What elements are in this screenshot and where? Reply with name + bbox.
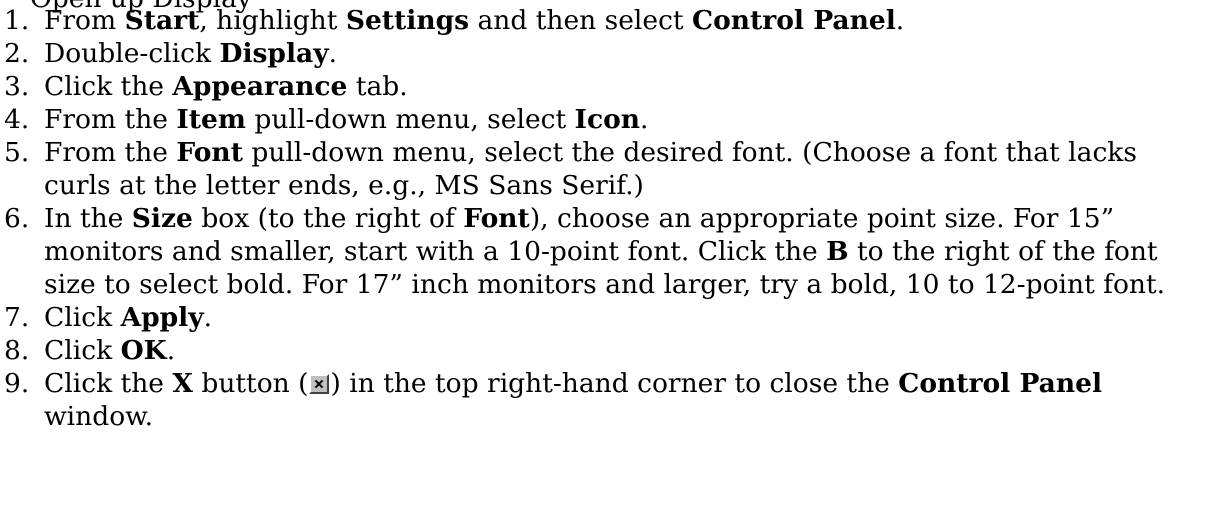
text-run: From the [44,104,177,135]
step-text: Click Apply. [44,302,212,333]
step-number: 8. [4,335,30,366]
text-run: . [640,104,649,135]
text-run: box (to the right of [192,203,464,234]
text-run: Click [44,302,121,333]
bold-term: X [172,368,193,399]
steps-list: 1. From Start, highlight Settings and the… [0,4,1200,433]
step-item: 8. Click OK. [0,334,1200,367]
text-run: Click the [44,71,173,102]
text-run: pull-down menu, select [245,104,575,135]
bold-term: Display [219,38,329,69]
text-run: button ( [192,368,309,399]
step-item: 6. In the Size box (to the right of Font)… [0,202,1200,301]
close-x-button-icon [309,374,330,394]
text-run: Click [44,335,121,366]
step-number: 7. [4,302,30,333]
text-run: Click the [44,368,173,399]
step-text: In the Size box (to the right of Font), … [44,203,1165,300]
bold-term: Control Panel [898,368,1103,399]
text-run: window. [44,401,154,432]
step-item: 2. Double-click Display. [0,37,1200,70]
text-run: and then select [469,5,692,36]
step-text: Click the Appearance tab. [44,71,408,102]
step-number: 3. [4,71,30,102]
text-run: . [166,335,176,366]
text-run: ) in the top right-hand corner to close … [330,368,899,399]
text-run: From [44,5,125,36]
step-text: Click OK. [44,335,175,366]
bold-term: Appearance [172,71,348,102]
step-text: From the Font pull-down menu, select the… [44,137,1137,201]
text-run: . [895,5,905,36]
step-item: 1. From Start, highlight Settings and the… [0,4,1200,37]
bold-term: B [826,236,849,267]
step-item: 4. From the Item pull-down menu, select I… [0,103,1200,136]
text-run: tab. [347,71,408,102]
step-number: 6. [4,203,30,234]
bold-term: Start [124,5,200,36]
step-number: 5. [4,137,30,168]
text-run: In the [44,203,132,234]
step-number: 1. [4,5,30,36]
bold-term: Icon [574,104,641,135]
bold-term: Size [131,203,193,234]
bold-term: OK [120,335,167,366]
text-run: From the [44,137,177,168]
step-text: From Start, highlight Settings and then … [44,5,904,36]
text-run: . [203,302,213,333]
bold-term: Font [176,137,243,168]
text-run: Double-click [44,38,220,69]
step-item: 9. Click the X button ( ) in the top right… [0,367,1200,433]
step-text: Double-click Display. [44,38,337,69]
bold-term: Font [463,203,530,234]
bold-term: Settings [345,5,470,36]
step-text: Click the X button ( ) in the top right-h… [44,368,1102,432]
bold-term: Item [176,104,246,135]
step-item: 7. Click Apply. [0,301,1200,334]
step-text: From the Item pull-down menu, select Ico… [44,104,648,135]
step-item: 3. Click the Appearance tab. [0,70,1200,103]
text-run: , highlight [199,5,346,36]
bold-term: Control Panel [692,5,896,36]
text-run: . [328,38,338,69]
instructions-page: Open up Display 1.From Start, highlight … [0,0,1207,523]
bold-term: Apply [120,302,204,333]
step-number: 2. [4,38,30,69]
step-item: 5. From the Font pull-down menu, select t… [0,136,1200,202]
step-number: 4. [4,104,30,135]
step-number: 9. [4,368,30,399]
